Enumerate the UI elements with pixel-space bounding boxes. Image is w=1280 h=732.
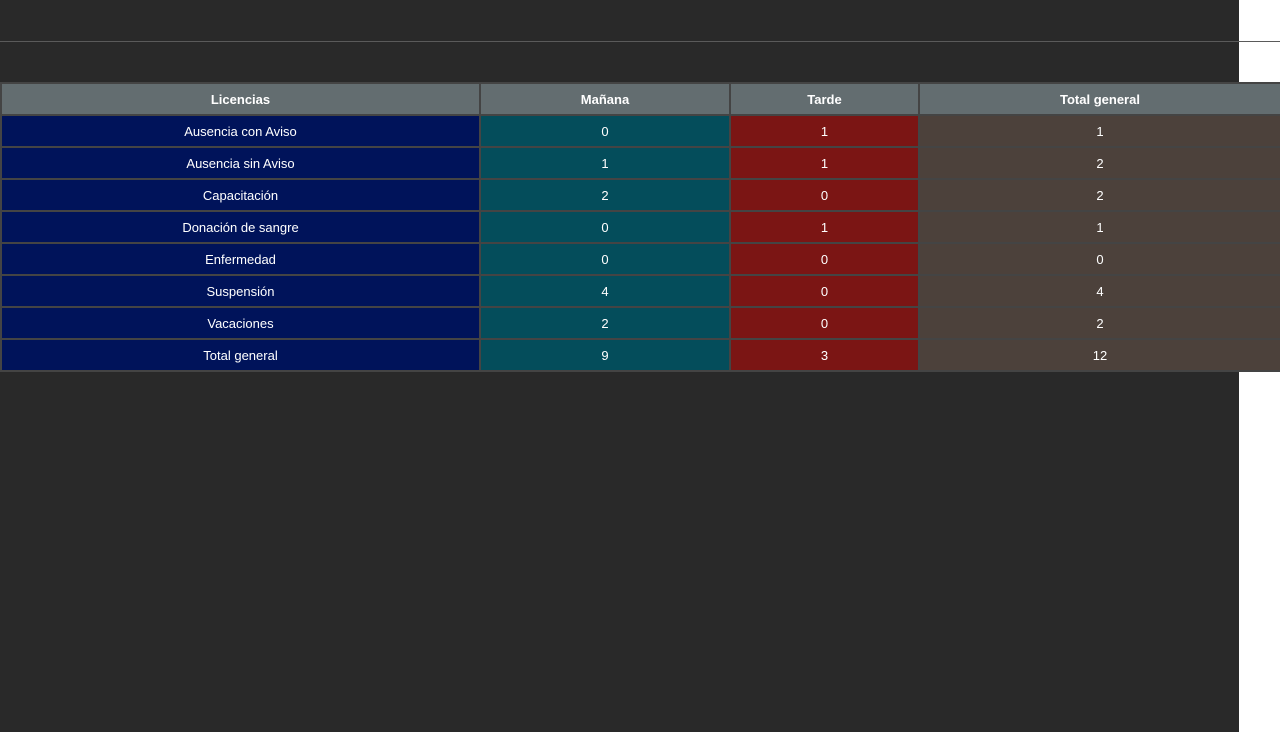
cell-licencia: Ausencia sin Aviso <box>0 146 481 180</box>
cell-licencia: Enfermedad <box>0 242 481 276</box>
cell-total: 2 <box>918 306 1280 340</box>
cell-manana: 9 <box>479 338 731 372</box>
cell-licencia: Vacaciones <box>0 306 481 340</box>
table-row: Capacitación 2 0 2 <box>0 178 1280 212</box>
cell-tarde: 0 <box>729 178 920 212</box>
cell-total: 1 <box>918 114 1280 148</box>
cell-total: 2 <box>918 146 1280 180</box>
table-row: Vacaciones 2 0 2 <box>0 306 1280 340</box>
table-row: Enfermedad 0 0 0 <box>0 242 1280 276</box>
table-header-row: Licencias Mañana Tarde Total general <box>0 82 1280 116</box>
cell-manana: 1 <box>479 146 731 180</box>
table-total-row: Total general 9 3 12 <box>0 338 1280 372</box>
table-row: Ausencia con Aviso 0 1 1 <box>0 114 1280 148</box>
table-row: Suspensión 4 0 4 <box>0 274 1280 308</box>
cell-total: 4 <box>918 274 1280 308</box>
cell-tarde: 1 <box>729 146 920 180</box>
cell-licencia: Ausencia con Aviso <box>0 114 481 148</box>
cell-tarde: 3 <box>729 338 920 372</box>
licencias-table-container: Licencias Mañana Tarde Total general Aus… <box>0 82 1280 372</box>
cell-total: 2 <box>918 178 1280 212</box>
top-divider <box>0 41 1280 42</box>
header-manana: Mañana <box>479 82 731 116</box>
cell-manana: 2 <box>479 306 731 340</box>
cell-manana: 0 <box>479 114 731 148</box>
cell-licencia: Suspensión <box>0 274 481 308</box>
cell-tarde: 0 <box>729 242 920 276</box>
cell-manana: 0 <box>479 210 731 244</box>
cell-licencia: Donación de sangre <box>0 210 481 244</box>
header-licencias: Licencias <box>0 82 481 116</box>
licencias-table: Licencias Mañana Tarde Total general Aus… <box>0 82 1280 372</box>
cell-total: 1 <box>918 210 1280 244</box>
cell-total: 0 <box>918 242 1280 276</box>
cell-manana: 0 <box>479 242 731 276</box>
cell-tarde: 1 <box>729 114 920 148</box>
header-total-general: Total general <box>918 82 1280 116</box>
cell-licencia: Total general <box>0 338 481 372</box>
cell-tarde: 1 <box>729 210 920 244</box>
table-row: Donación de sangre 0 1 1 <box>0 210 1280 244</box>
cell-manana: 4 <box>479 274 731 308</box>
cell-licencia: Capacitación <box>0 178 481 212</box>
cell-manana: 2 <box>479 178 731 212</box>
cell-total: 12 <box>918 338 1280 372</box>
table-row: Ausencia sin Aviso 1 1 2 <box>0 146 1280 180</box>
header-tarde: Tarde <box>729 82 920 116</box>
cell-tarde: 0 <box>729 306 920 340</box>
cell-tarde: 0 <box>729 274 920 308</box>
